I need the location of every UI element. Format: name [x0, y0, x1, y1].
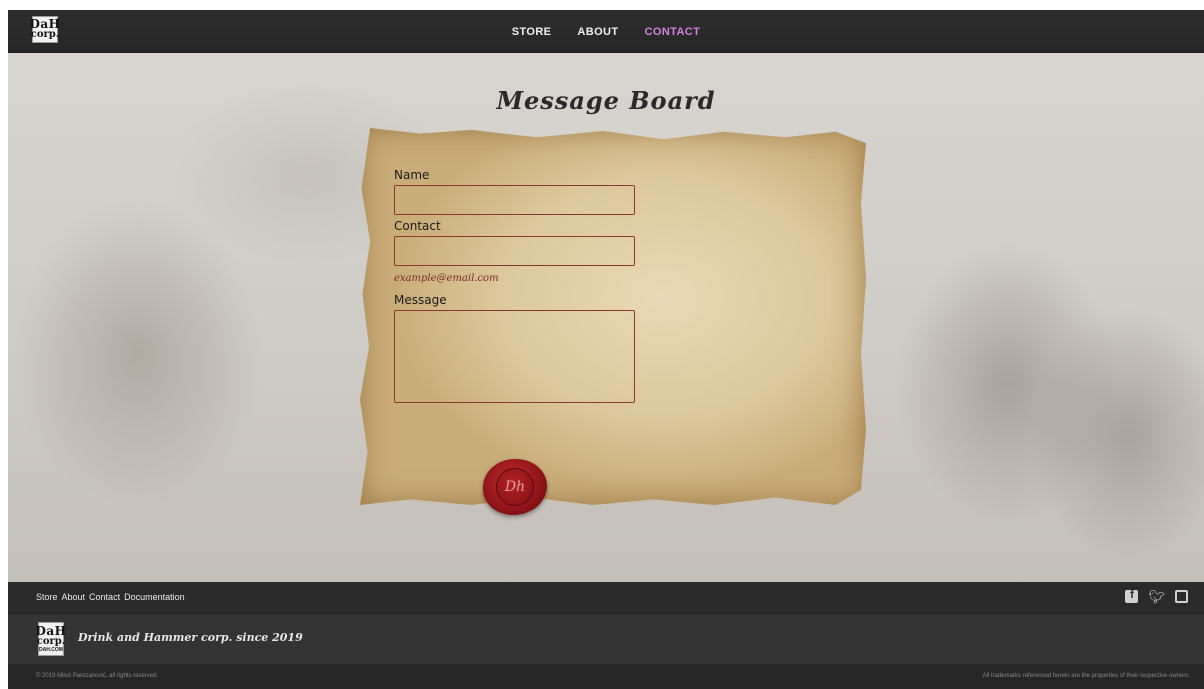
- seal-emblem: Dh: [496, 468, 534, 506]
- name-input[interactable]: [394, 185, 635, 215]
- trademark-text: All trademarks referenced herein are the…: [982, 673, 1190, 679]
- contact-input[interactable]: [394, 236, 635, 266]
- footer-link-about[interactable]: About: [62, 592, 86, 602]
- footer-link-documentation[interactable]: Documentation: [124, 592, 185, 602]
- message-label: Message: [394, 293, 447, 307]
- nav-contact[interactable]: CONTACT: [645, 26, 701, 38]
- name-label: Name: [394, 168, 430, 182]
- main-nav: STORE ABOUT CONTACT: [8, 10, 1204, 53]
- wax-seal-submit-button[interactable]: Dh: [483, 459, 547, 515]
- social-links: f 🐦︎: [1125, 590, 1188, 603]
- contact-label: Contact: [394, 219, 441, 233]
- message-textarea[interactable]: [394, 310, 635, 403]
- top-navbar: DaH corp. STORE ABOUT CONTACT: [8, 10, 1204, 53]
- facebook-icon[interactable]: f: [1125, 590, 1139, 603]
- footer-logo[interactable]: DaH corp. DAH.COM: [35, 622, 66, 656]
- footer-tagline: Drink and Hammer corp. since 2019: [78, 631, 303, 644]
- page-title: Message Board: [496, 86, 716, 115]
- footer-link-contact[interactable]: Contact: [89, 592, 120, 602]
- footer-logo-line2: corp.: [36, 636, 66, 648]
- footer-link-store[interactable]: Store: [36, 592, 58, 602]
- page-frame: DaH corp. STORE ABOUT CONTACT Message Bo…: [8, 10, 1204, 689]
- footer-logo-sub: DAH.COM: [39, 646, 63, 653]
- nav-store[interactable]: STORE: [512, 26, 552, 38]
- hero-background: Message Board Name Contact example@email…: [8, 53, 1204, 582]
- copyright-text: © 2019 Miloš Parezanović, all rights res…: [36, 673, 159, 679]
- footer-links-bar: Store About Contact Documentation f 🐦︎: [8, 582, 1204, 614]
- nav-about[interactable]: ABOUT: [577, 26, 618, 38]
- footer-links: Store About Contact Documentation: [36, 592, 185, 602]
- twitch-icon[interactable]: [1175, 590, 1188, 603]
- twitter-icon[interactable]: 🐦︎: [1148, 590, 1165, 603]
- contact-hint: example@email.com: [394, 273, 499, 284]
- footer-legal-bar: © 2019 Miloš Parezanović, all rights res…: [8, 664, 1204, 689]
- footer-brand-bar: DaH corp. DAH.COM Drink and Hammer corp.…: [8, 614, 1204, 664]
